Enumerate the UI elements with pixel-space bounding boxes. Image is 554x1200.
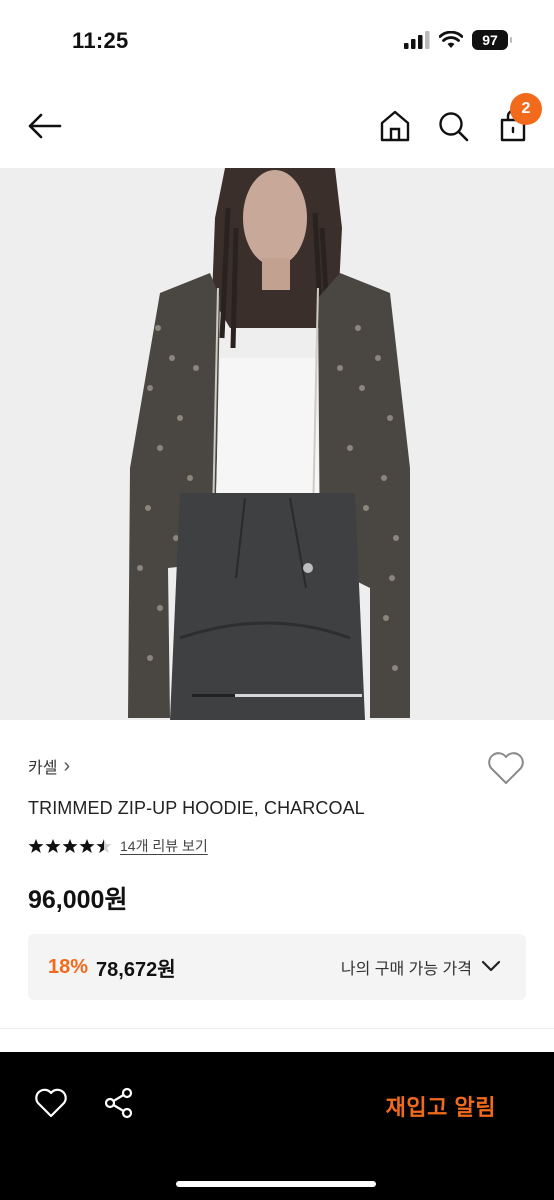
wishlist-button[interactable]: [486, 750, 526, 786]
signal-icon: [404, 31, 430, 49]
benefit-price-toggle[interactable]: 18% 78,672원 나의 구매 가능 가격: [28, 934, 526, 1000]
wifi-icon: [439, 31, 463, 48]
star-icon: [96, 839, 112, 853]
brand-chevron-icon: ›: [63, 754, 71, 777]
brand-name: 카셀: [28, 760, 58, 777]
bottom-wishlist-button[interactable]: [34, 1086, 68, 1120]
section-divider: [0, 1028, 554, 1029]
discount-price: 78,672원: [96, 958, 176, 981]
carousel-progress: [192, 694, 362, 697]
home-indicator: [176, 1181, 376, 1187]
discount-rate: 18%: [48, 955, 89, 978]
chevron-down-icon: [481, 960, 501, 972]
home-button[interactable]: [378, 108, 412, 144]
search-icon: [439, 112, 469, 142]
rating-row: 14개 리뷰 보기: [28, 836, 208, 856]
star-icon: [62, 839, 78, 853]
star-icon: [45, 839, 61, 853]
search-button[interactable]: [436, 108, 470, 144]
heart-icon: [488, 752, 524, 784]
share-icon: [104, 1087, 133, 1119]
carousel-progress-fill: [192, 694, 235, 697]
product-price: 96,000원: [28, 886, 128, 914]
star-icon: [79, 839, 95, 853]
status-time: 11:25: [72, 28, 129, 53]
restock-alert-button[interactable]: 재입고 알림: [386, 1090, 496, 1122]
status-bar: 11:25 97: [0, 0, 554, 84]
top-nav: [0, 90, 554, 162]
brand-link[interactable]: 카셀 ›: [28, 754, 70, 778]
product-title: TRIMMED ZIP-UP HOODIE, CHARCOAL: [28, 798, 365, 818]
model-photo: [0, 168, 554, 720]
star-icon: [28, 839, 44, 853]
battery-level: 97: [482, 32, 498, 48]
back-button[interactable]: [26, 108, 66, 144]
benefit-label: 나의 구매 가능 가격: [340, 961, 472, 978]
status-indicators: 97: [404, 30, 512, 50]
home-icon: [380, 110, 410, 142]
heart-icon: [35, 1088, 67, 1118]
review-link[interactable]: 14개 리뷰 보기: [120, 836, 208, 856]
product-image[interactable]: [0, 168, 554, 720]
cart-count-badge: 2: [510, 93, 542, 125]
star-rating: [28, 838, 112, 854]
bottom-action-bar: 재입고 알림: [0, 1052, 554, 1200]
battery-indicator: 97: [472, 30, 512, 50]
back-arrow-icon: [28, 113, 62, 139]
share-button[interactable]: [102, 1086, 136, 1120]
